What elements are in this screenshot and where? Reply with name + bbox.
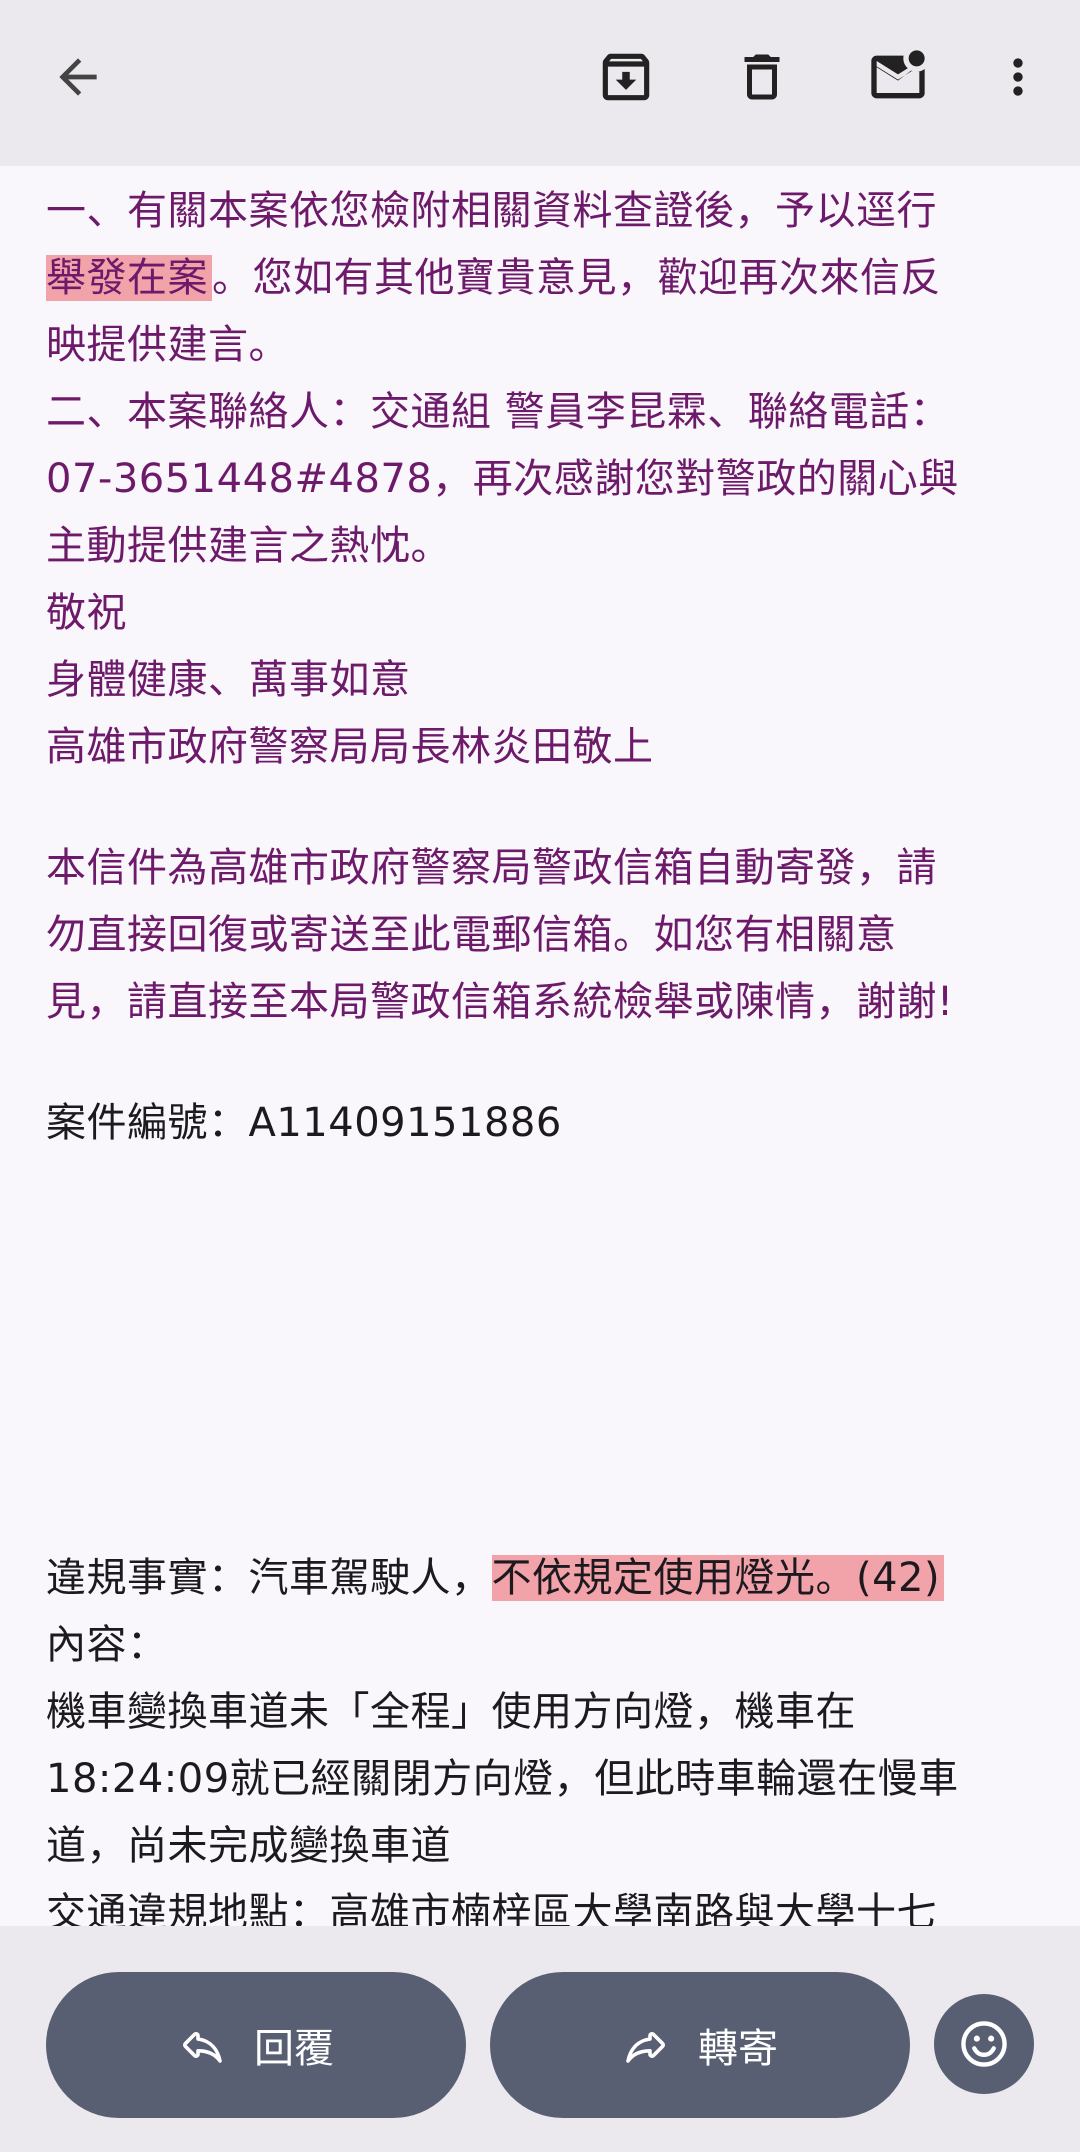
signature-line: 高雄市政府警察局局長林炎田敬上 xyxy=(46,724,654,770)
body-line: 映提供建言。 xyxy=(46,322,289,368)
body-line: 主動提供建言之熱忱。 xyxy=(46,523,451,569)
content-line: 道，尚未完成變換車道 xyxy=(46,1823,451,1869)
body-line: 07-3651448#4878，再次感謝您對警政的關心與 xyxy=(46,456,959,502)
violation-line: 違規事實：汽車駕駛人，不依規定使用燈光。(42) xyxy=(46,1545,1046,1612)
forward-label: 轉寄 xyxy=(698,2026,778,2072)
mark-unread-button[interactable] xyxy=(858,37,938,117)
smiley-icon xyxy=(961,2021,1007,2067)
reply-label: 回覆 xyxy=(254,2026,334,2072)
content-line: 18:24:09就已經關閉方向燈，但此時車輪還在慢車 xyxy=(46,1756,959,1802)
emoji-reaction-button[interactable] xyxy=(934,1994,1034,2094)
content-line: 機車變換車道未「全程」使用方向燈，機車在 xyxy=(46,1689,856,1735)
forward-icon xyxy=(626,2032,665,2063)
body-line: 一、有關本案依您檢附相關資料查證後，予以逕行 xyxy=(46,188,937,234)
more-vert-icon xyxy=(1013,58,1023,96)
highlight-text: 不依規定使用燈光。(42) xyxy=(491,1555,945,1601)
closing-line: 敬祝 xyxy=(46,590,127,636)
notice-line: 本信件為高雄市政府警察局警政信箱自動寄發，請 xyxy=(46,845,937,891)
closing-line: 身體健康、萬事如意 xyxy=(46,657,411,703)
content-label: 內容： xyxy=(46,1622,168,1668)
mail-unread-icon xyxy=(871,50,925,99)
notice-line: 勿直接回復或寄送至此電郵信箱。如您有相關意 xyxy=(46,912,897,958)
trash-icon xyxy=(744,54,780,100)
archive-icon xyxy=(602,53,650,101)
highlight-text: 舉發在案 xyxy=(46,255,212,301)
bottom-action-bar: 回覆 轉寄 xyxy=(0,1926,1080,2152)
location-line: 交通違規地點：高雄市楠梓區大學南路與大學十七 xyxy=(46,1890,937,1926)
message-body: 一、有關本案依您檢附相關資料查證後，予以逕行 舉發在案 。您如有其他寶貴意見，歡迎… xyxy=(46,166,1046,1926)
case-number: 案件編號：A11409151886 xyxy=(46,1100,562,1146)
body-line: 舉發在案 。您如有其他寶貴意見，歡迎再次來信反 xyxy=(46,245,1046,312)
forward-button[interactable]: 轉寄 xyxy=(490,1972,910,2118)
top-app-bar xyxy=(0,0,1080,166)
notice-line: 見，請直接至本局警政信箱系統檢舉或陳情，謝謝! xyxy=(46,979,954,1025)
delete-button[interactable] xyxy=(722,37,802,117)
archive-button[interactable] xyxy=(586,37,666,117)
back-button[interactable] xyxy=(38,37,118,117)
body-line: 二、本案聯絡人：交通組 警員李昆霖、聯絡電話： xyxy=(46,389,951,435)
more-options-button[interactable] xyxy=(978,37,1058,117)
reply-icon xyxy=(183,2032,222,2063)
arrow-left-icon xyxy=(59,58,97,96)
reply-button[interactable]: 回覆 xyxy=(46,1972,466,2118)
